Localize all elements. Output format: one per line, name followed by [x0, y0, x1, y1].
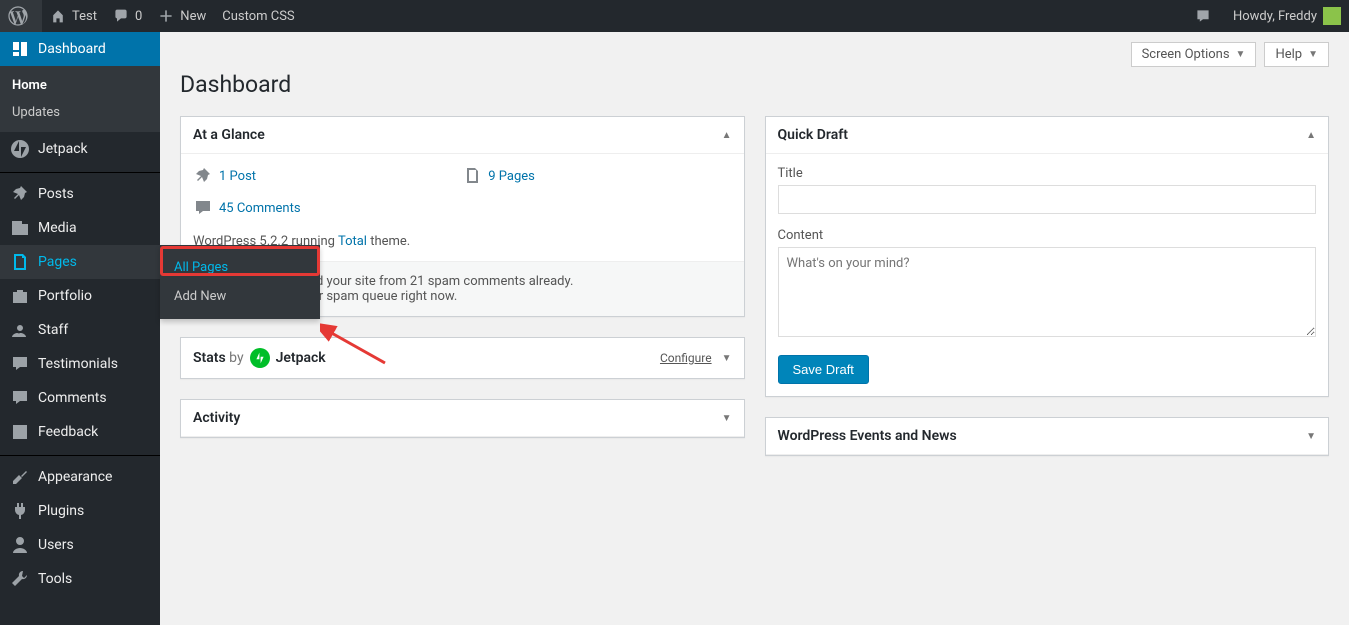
sidebar-item-portfolio[interactable]: Portfolio: [0, 279, 160, 313]
users-icon: [10, 535, 30, 555]
sidebar-item-plugins[interactable]: Plugins: [0, 494, 160, 528]
stats-box: Stats by Jetpack Configure ▼: [180, 337, 745, 379]
sidebar-item-feedback[interactable]: Feedback: [0, 415, 160, 449]
events-news-header[interactable]: WordPress Events and News ▼: [766, 418, 1329, 455]
sidebar-item-comments[interactable]: Comments: [0, 381, 160, 415]
staff-icon: [10, 320, 30, 340]
sidebar-item-users[interactable]: Users: [0, 528, 160, 562]
at-a-glance-header[interactable]: At a Glance ▲: [181, 117, 744, 154]
sidebar-item-appearance[interactable]: Appearance: [0, 460, 160, 494]
pin-icon: [193, 166, 213, 186]
stats-title: Stats by Jetpack: [193, 348, 326, 368]
glance-comments-link[interactable]: 45 Comments: [193, 198, 732, 218]
avatar: [1323, 7, 1341, 25]
save-draft-button[interactable]: Save Draft: [778, 355, 869, 384]
submenu-item-home[interactable]: Home: [0, 72, 160, 99]
quick-draft-box: Quick Draft ▲ Title Content Save Draft: [765, 116, 1330, 397]
draft-content-textarea[interactable]: [778, 247, 1317, 337]
toggle-icon: ▲: [1306, 130, 1316, 141]
plugins-icon: [10, 501, 30, 521]
content-label: Content: [778, 228, 1317, 243]
comments-icon: [10, 388, 30, 408]
jetpack-icon: [10, 139, 30, 159]
comment-icon: [193, 198, 213, 218]
events-news-box: WordPress Events and News ▼: [765, 417, 1330, 456]
wp-logo[interactable]: [0, 0, 42, 32]
pages-icon: [462, 166, 482, 186]
sidebar-item-media[interactable]: Media: [0, 211, 160, 245]
screen-options-button[interactable]: Screen Options▼: [1131, 42, 1257, 67]
flyout-pages: All PagesAdd New: [160, 245, 320, 319]
portfolio-icon: [10, 286, 30, 306]
custom-css-link[interactable]: Custom CSS: [214, 0, 302, 32]
sidebar-item-tools[interactable]: Tools: [0, 562, 160, 596]
title-label: Title: [778, 166, 1317, 181]
page-title: Dashboard: [180, 71, 1329, 98]
pin-icon: [10, 184, 30, 204]
new-link[interactable]: New: [150, 0, 214, 32]
dashboard-icon: [10, 39, 30, 59]
theme-link[interactable]: Total: [338, 234, 367, 249]
howdy-link[interactable]: Howdy, Freddy: [1225, 0, 1349, 32]
toggle-icon: ▲: [722, 130, 732, 141]
feedback-icon: [10, 422, 30, 442]
admin-sidebar: Dashboard HomeUpdates Jetpack PostsMediaPag…: [0, 32, 160, 625]
toggle-icon: ▼: [1306, 431, 1316, 442]
jetpack-icon: [250, 348, 270, 368]
notification-icon[interactable]: [1187, 0, 1225, 32]
help-button[interactable]: Help▼: [1264, 42, 1329, 67]
sidebar-item-dashboard[interactable]: Dashboard: [0, 32, 160, 66]
glance-pages-link[interactable]: 9 Pages: [462, 166, 731, 186]
sidebar-item-staff[interactable]: Staff: [0, 313, 160, 347]
appearance-icon: [10, 467, 30, 487]
toggle-icon: ▼: [722, 413, 732, 424]
draft-title-input[interactable]: [778, 185, 1317, 214]
flyout-item-add-new[interactable]: Add New: [160, 282, 320, 311]
site-name: Test: [72, 9, 97, 24]
configure-link[interactable]: Configure: [660, 351, 712, 365]
activity-box: Activity ▼: [180, 399, 745, 438]
glance-posts-link[interactable]: 1 Post: [193, 166, 462, 186]
submenu-item-updates[interactable]: Updates: [0, 99, 160, 126]
sidebar-item-testimonials[interactable]: Testimonials: [0, 347, 160, 381]
activity-header[interactable]: Activity ▼: [181, 400, 744, 437]
sidebar-item-jetpack[interactable]: Jetpack: [0, 132, 160, 166]
comments-link[interactable]: 0: [105, 0, 150, 32]
toggle-icon[interactable]: ▼: [722, 353, 732, 364]
sidebar-item-posts[interactable]: Posts: [0, 177, 160, 211]
flyout-item-all-pages[interactable]: All Pages: [160, 253, 320, 282]
page-icon: [10, 252, 30, 272]
comments-count: 0: [135, 9, 142, 24]
testimonial-icon: [10, 354, 30, 374]
new-label: New: [180, 9, 206, 24]
quick-draft-header[interactable]: Quick Draft ▲: [766, 117, 1329, 154]
media-icon: [10, 218, 30, 238]
sidebar-item-pages[interactable]: PagesAll PagesAdd New: [0, 245, 160, 279]
tools-icon: [10, 569, 30, 589]
site-name-link[interactable]: Test: [42, 0, 105, 32]
